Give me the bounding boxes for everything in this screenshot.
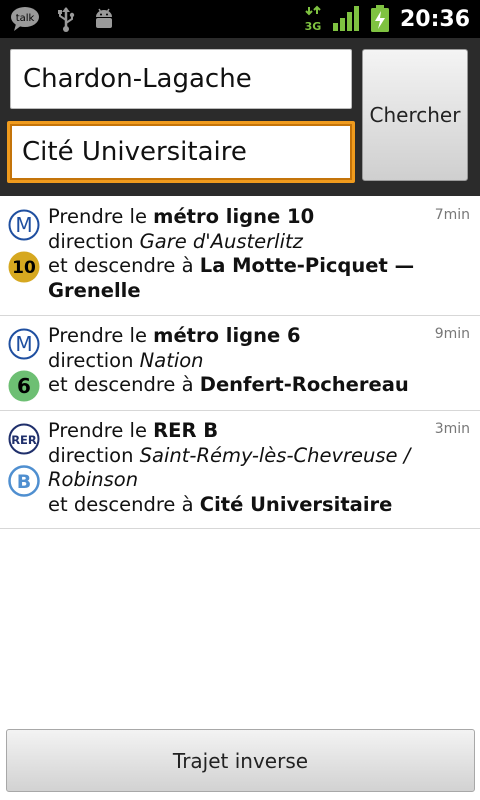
battery-charging-icon <box>370 5 389 32</box>
from-station-field[interactable]: Chardon-Lagache <box>10 49 352 109</box>
step-icons: RER B <box>8 423 40 497</box>
step-duration: 9min <box>434 326 470 342</box>
reverse-trip-button[interactable]: Trajet inverse <box>6 729 475 792</box>
talk-icon: talk <box>11 7 39 31</box>
talk-label: talk <box>16 13 35 24</box>
rer-line-badge: B <box>8 465 40 497</box>
notification-icons: talk <box>10 6 116 32</box>
network-3g-label: 3G <box>305 20 322 33</box>
svg-text:M: M <box>15 213 32 237</box>
step-instructions: Prendre le RER Bdirection Saint-Rémy-lès… <box>48 419 418 517</box>
step-duration: 7min <box>434 207 470 223</box>
stop-name: Denfert-Rochereau <box>199 373 409 396</box>
to-station-field[interactable]: Cité Universitaire <box>7 121 355 183</box>
direction-prefix: direction <box>48 348 140 372</box>
direction-prefix: direction <box>48 229 140 253</box>
metro-icon: M <box>8 328 40 360</box>
direction-prefix: direction <box>48 443 140 467</box>
metro-line-badge: 10 <box>8 251 40 283</box>
signal-icon <box>332 6 359 31</box>
android-debug-icon <box>96 8 112 28</box>
svg-text:RER: RER <box>11 433 37 447</box>
step-instructions: Prendre le métro ligne 10 direction Gare … <box>48 205 418 303</box>
take-text: Prendre le <box>48 205 154 228</box>
direction-name: Nation <box>139 348 204 372</box>
search-panel: Chardon-Lagache Cité Universitaire Cherc… <box>0 38 480 196</box>
svg-text:M: M <box>15 332 32 356</box>
metro-line-badge: 6 <box>8 370 40 402</box>
metro-icon: M <box>8 209 40 241</box>
rer-icon: RER <box>8 423 40 455</box>
step-icons: M6 <box>8 328 40 402</box>
search-button[interactable]: Chercher <box>362 49 468 181</box>
stop-prefix: et descendre à <box>48 254 200 277</box>
network-3g-icon: 3G <box>305 5 322 33</box>
clock: 20:36 <box>399 6 470 32</box>
itinerary-step[interactable]: M 10 Prendre le métro ligne 10 direction Ga… <box>0 197 480 316</box>
itinerary-step[interactable]: M 6 Prendre le métro ligne 6 direction Nati… <box>0 316 480 411</box>
line-name: métro ligne 6 <box>153 324 301 347</box>
itinerary-step[interactable]: RER B Prendre le RER Bdirection Saint-Rémy… <box>0 411 480 529</box>
step-instructions: Prendre le métro ligne 6 direction Nation… <box>48 324 418 398</box>
direction-name: Gare d'Austerlitz <box>139 229 303 253</box>
svg-text:B: B <box>17 471 31 493</box>
stop-prefix: et descendre à <box>48 373 200 396</box>
line-name: métro ligne 10 <box>153 205 315 228</box>
svg-text:10: 10 <box>12 258 36 278</box>
usb-icon <box>58 7 75 32</box>
line-name: RER B <box>153 419 219 442</box>
svg-text:6: 6 <box>17 374 31 398</box>
stop-prefix: et descendre à <box>48 492 200 516</box>
take-text: Prendre le <box>48 419 154 442</box>
system-icons: 3G 20:36 <box>304 5 470 33</box>
status-bar: talk 3G 20:36 <box>0 0 480 38</box>
stop-name: Cité Universitaire <box>199 492 393 516</box>
take-text: Prendre le <box>48 324 154 347</box>
step-duration: 3min <box>434 421 470 437</box>
step-icons: M 10 <box>8 209 40 283</box>
